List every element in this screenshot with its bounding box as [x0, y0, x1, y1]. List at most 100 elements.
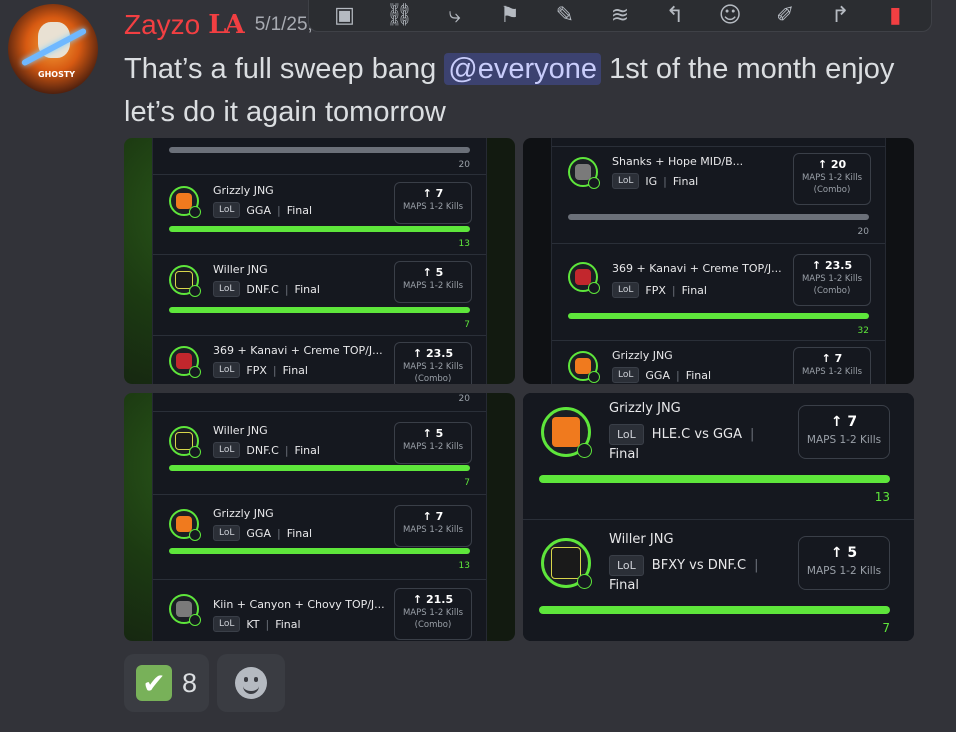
- author-name[interactable]: Zayzo: [124, 9, 200, 41]
- progress-count: 21: [858, 138, 869, 140]
- jersey-icon: [575, 164, 591, 180]
- list-item: 369 + Kanavi + Creme TOP/J... LoL FPX | Fin…: [153, 336, 486, 384]
- player-meta: LoL HLE.C vs GGA |: [609, 424, 754, 445]
- stat-box: ↑ 21.5 MAPS 1-2 Kills (Combo): [394, 588, 472, 640]
- match-status: Final: [286, 526, 313, 540]
- game-badge: LoL: [612, 282, 640, 298]
- stat-box: ↑ 5 MAPS 1-2 Kills: [394, 261, 472, 303]
- player-meta: LoL KT | Final: [213, 616, 301, 632]
- stat-box: ↑ 5 MAPS 1-2 Kills: [798, 536, 890, 590]
- divider: |: [750, 427, 755, 442]
- reaction-check[interactable]: ✔ 8: [124, 654, 210, 712]
- emoji-icon[interactable]: ☺: [716, 1, 744, 29]
- edit-icon[interactable]: ✐: [771, 1, 799, 29]
- progress-bar: [539, 606, 890, 614]
- player-name: Willer JNG: [213, 263, 268, 276]
- check-icon: [588, 371, 600, 383]
- match-status: Final: [609, 447, 639, 462]
- author-tag: LA: [208, 10, 244, 40]
- id-icon[interactable]: ▣: [331, 1, 359, 29]
- bookmark-icon[interactable]: ⚑: [496, 1, 524, 29]
- team-name: IG: [645, 174, 658, 188]
- stat-value: ↑ 7: [830, 414, 858, 430]
- link-icon[interactable]: ⛓: [386, 1, 414, 29]
- player-avatar: [541, 407, 592, 458]
- player-meta: LoL DNF.C | Final: [213, 281, 320, 297]
- stat-label: MAPS 1-2 Kills: [801, 367, 863, 377]
- progress-count: 20: [857, 227, 869, 237]
- stat-value: ↑ 5: [422, 427, 444, 440]
- progress-count: 20: [458, 394, 470, 404]
- author-avatar[interactable]: GHOSTY: [8, 4, 98, 94]
- player-name: Shanks + Hope MID/B...: [612, 155, 744, 168]
- player-meta: LoL IG | Final: [612, 173, 698, 189]
- player-meta: LoL FPX | Final: [213, 362, 308, 378]
- player-avatar: [169, 594, 201, 626]
- add-reaction-button[interactable]: [217, 654, 286, 712]
- divider: |: [284, 443, 289, 457]
- jersey-icon: [575, 358, 591, 374]
- player-name: 369 + Kanavi + Creme TOP/J...: [213, 344, 383, 357]
- list-item: Grizzly JNG LoL GGA | Final ↑ 7 MAPS 1-2 Kil…: [153, 176, 486, 255]
- game-badge: LoL: [213, 202, 241, 218]
- stat-box: ↑ 7 MAPS 1-2 Kills: [798, 405, 890, 459]
- smile-icon: [235, 667, 268, 699]
- stat-value: ↑ 23.5: [412, 347, 454, 360]
- jersey-icon: [551, 547, 581, 579]
- player-avatar: [169, 186, 201, 218]
- team-name: GGA: [246, 203, 271, 217]
- jersey-icon: [575, 269, 591, 285]
- progress-count: 13: [458, 239, 470, 249]
- match-status: Final: [294, 443, 320, 457]
- stat-value: ↑ 7: [422, 187, 444, 200]
- jersey-icon: [176, 601, 192, 617]
- stat-label: MAPS 1-2 Kills: [402, 281, 464, 291]
- divider: |: [284, 282, 289, 296]
- player-name: Grizzly JNG: [213, 507, 274, 520]
- player-meta: LoL GGA | Final: [213, 525, 312, 541]
- game-badge: LoL: [213, 442, 241, 458]
- progress-count: 7: [464, 478, 470, 488]
- jersey-icon: [176, 516, 192, 532]
- stat-box: ↑ 23.5 MAPS 1-2 Kills (Combo): [793, 254, 871, 306]
- stat-label: MAPS 1-2 Kills: [402, 525, 464, 535]
- team-name: FPX: [645, 283, 666, 297]
- thread-icon[interactable]: ⤷: [441, 1, 469, 29]
- mention-everyone[interactable]: @everyone: [444, 53, 602, 85]
- match-status: Final: [672, 174, 699, 188]
- reply-icon[interactable]: ↰: [661, 1, 689, 29]
- delete-icon[interactable]: ▮: [881, 1, 909, 29]
- player-meta: LoL DNF.C | Final: [213, 442, 320, 458]
- divider: |: [265, 617, 270, 631]
- attachment-image-4[interactable]: Grizzly JNG LoL HLE.C vs GGA | Final ↑ 7 MA…: [523, 393, 914, 641]
- divider: |: [276, 203, 281, 217]
- pin-icon[interactable]: ✎: [551, 1, 579, 29]
- game-badge: LoL: [213, 362, 241, 378]
- player-avatar: [169, 346, 201, 378]
- stat-label: MAPS 1-2 Kills: [806, 434, 882, 446]
- bets-panel: 20 Willer JNG LoL DNF.C | Final ↑ 5 MAPS 1-2…: [152, 393, 487, 641]
- stat-box: ↑ 7 MAPS 1-2 Kills: [793, 347, 871, 384]
- check-icon: [189, 614, 201, 626]
- list-item: 20: [153, 138, 486, 175]
- attachment-image-1[interactable]: 20 Grizzly JNG LoL GGA | Final ↑ 7 MAPS 1-2 …: [124, 138, 515, 384]
- progress-count: 32: [857, 326, 869, 336]
- match-status: Final: [609, 578, 639, 593]
- match-status: Final: [286, 203, 313, 217]
- stat-box: ↑ 23.5 MAPS 1-2 Kills (Combo): [394, 342, 472, 384]
- player-name: 369 + Kanavi + Creme TOP/J...: [612, 262, 782, 275]
- stat-value: ↑ 23.5: [811, 259, 853, 272]
- attachment-image-2[interactable]: 21 Shanks + Hope MID/B... LoL IG | Final ↑ …: [523, 138, 914, 384]
- match-status: Final: [681, 283, 707, 297]
- forward-icon[interactable]: ↱: [826, 1, 854, 29]
- mute-icon[interactable]: ≋: [606, 1, 634, 29]
- game-badge: LoL: [213, 616, 241, 632]
- progress-count: 7: [882, 621, 890, 635]
- attachment-grid: 20 Grizzly JNG LoL GGA | Final ↑ 7 MAPS 1-2 …: [124, 138, 914, 641]
- check-mark-icon: ✔: [136, 665, 172, 701]
- check-icon: [189, 366, 201, 378]
- attachment-image-3[interactable]: 20 Willer JNG LoL DNF.C | Final ↑ 5 MAPS 1-2…: [124, 393, 515, 641]
- message-actions-toolbar: ▣ ⛓ ⤷ ⚑ ✎ ≋ ↰ ☺ ✐ ↱ ▮: [308, 0, 932, 32]
- stat-label: MAPS 1-2 Kills: [402, 362, 464, 372]
- player-name: Willer JNG: [213, 424, 268, 437]
